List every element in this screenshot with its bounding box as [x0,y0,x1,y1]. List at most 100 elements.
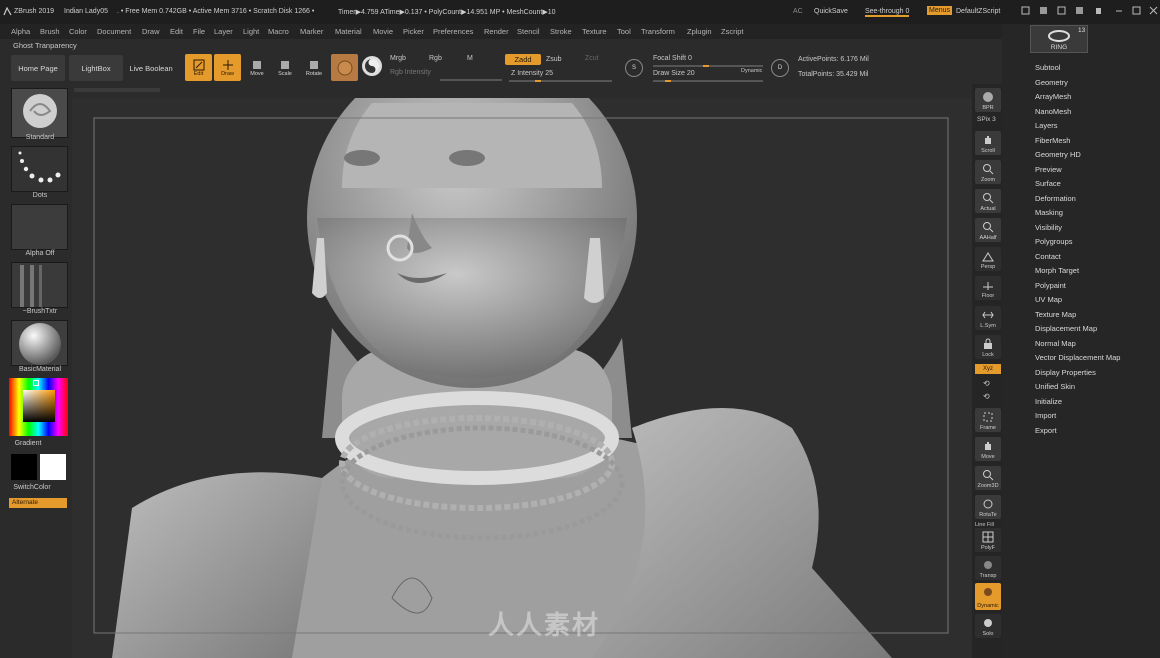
switchcolor-button[interactable]: SwitchColor [0,484,64,491]
draw-size-slider[interactable]: Draw Size 20 [653,70,695,77]
menu-light[interactable]: Light [243,27,259,36]
polypaint-menu[interactable]: Polypaint [1035,281,1066,290]
menu-render[interactable]: Render [484,27,509,36]
import-menu[interactable]: Import [1035,411,1056,420]
export-menu[interactable]: Export [1035,426,1057,435]
zoom3d-button[interactable]: Zoom3D [975,466,1001,490]
main-color-swatch[interactable] [11,454,37,480]
floor-button[interactable]: Floor [975,276,1001,300]
dynamic-size-icon[interactable]: D [771,59,789,77]
geometry-hd-menu[interactable]: Geometry HD [1035,150,1081,159]
rgb-button[interactable]: Rgb [429,55,442,62]
m-button[interactable]: M [467,55,473,62]
focal-shift-icon[interactable]: S [625,59,643,77]
zcut-button[interactable]: Zcut [585,55,599,62]
display-properties-menu[interactable]: Display Properties [1035,368,1096,377]
spix-slider[interactable]: SPix 3 [977,116,996,123]
polygroups-menu[interactable]: Polygroups [1035,237,1073,246]
initialize-menu[interactable]: Initialize [1035,397,1062,406]
unified-skin-menu[interactable]: Unified Skin [1035,382,1075,391]
deformation-menu[interactable]: Deformation [1035,194,1076,203]
scroll-button[interactable]: Scroll [975,131,1001,155]
edit-button[interactable]: Edit [185,54,212,81]
geometry-menu[interactable]: Geometry [1035,78,1068,87]
uv-map-menu[interactable]: UV Map [1035,295,1062,304]
menu-document[interactable]: Document [97,27,131,36]
frame-button[interactable]: Frame [975,408,1001,432]
menu-picker[interactable]: Picker [403,27,424,36]
actual-button[interactable]: Actual [975,189,1001,213]
displacement-map-menu[interactable]: Displacement Map [1035,324,1097,333]
menu-color[interactable]: Color [69,27,87,36]
menu-draw[interactable]: Draw [142,27,160,36]
color-toggle-button[interactable] [362,56,382,76]
arraymesh-menu[interactable]: ArrayMesh [1035,92,1071,101]
draw-size-track[interactable] [653,80,763,82]
subtool-menu[interactable]: Subtool [1035,63,1060,72]
window-controls[interactable] [1020,6,1160,18]
menu-brush[interactable]: Brush [40,27,60,36]
menu-zscript[interactable]: Zscript [721,27,744,36]
menu-file[interactable]: File [193,27,205,36]
draw-button[interactable]: Draw [214,54,241,81]
rgb-intensity-slider[interactable]: Rgb Intensity [390,69,431,76]
color-square[interactable] [23,390,55,422]
menus-button[interactable]: Menus [927,6,953,15]
menu-movie[interactable]: Movie [373,27,393,36]
zoom-button[interactable]: Zoom [975,160,1001,184]
home-page-button[interactable]: Home Page [11,55,65,81]
menu-zplugin[interactable]: Zplugin [687,27,712,36]
stroke-thumbnail[interactable] [11,146,68,192]
lightbox-button[interactable]: LightBox [69,55,123,81]
secondary-color-swatch[interactable] [40,454,66,480]
scale-button[interactable]: Scale [273,54,297,81]
menu-transform[interactable]: Transform [641,27,675,36]
rotation-axis-2-icon[interactable]: ⟲ [983,392,990,401]
move-view-button[interactable]: Move [975,437,1001,461]
menu-material[interactable]: Material [335,27,362,36]
ghost-transparency-label[interactable]: Ghost Tranparency [13,41,77,50]
normal-map-menu[interactable]: Normal Map [1035,339,1076,348]
current-tool-thumbnail[interactable]: RING 13 [1030,25,1088,53]
focal-shift-slider[interactable]: Focal Shift 0 [653,55,692,62]
zsub-button[interactable]: Zsub [546,56,562,63]
layers-menu[interactable]: Layers [1035,121,1058,130]
transp-button[interactable]: Transp [975,556,1001,580]
texture-thumbnail[interactable] [11,262,68,308]
scrollbar[interactable] [74,88,160,92]
nanomesh-menu[interactable]: NanoMesh [1035,107,1071,116]
menu-edit[interactable]: Edit [170,27,183,36]
contact-menu[interactable]: Contact [1035,252,1061,261]
visibility-menu[interactable]: Visibility [1035,223,1062,232]
polyf-button[interactable]: PolyF [975,528,1001,552]
xyz-button[interactable]: Xyz [975,364,1001,374]
fibermesh-menu[interactable]: FiberMesh [1035,136,1070,145]
quicksave-button[interactable]: QuickSave [814,8,848,15]
material-sphere-button[interactable] [331,54,358,81]
zadd-button[interactable]: Zadd [505,54,541,65]
morph-target-menu[interactable]: Morph Target [1035,266,1079,275]
lock-button[interactable]: Lock [975,335,1001,359]
color-cursor[interactable] [33,380,39,386]
preview-menu[interactable]: Preview [1035,165,1062,174]
gradient-label[interactable]: Gradient [0,440,56,447]
menu-stroke[interactable]: Stroke [550,27,572,36]
focal-shift-track[interactable] [653,65,763,67]
aahalf-button[interactable]: AAHalf [975,218,1001,242]
dynamic-view-button[interactable]: Dynamic [975,583,1001,610]
rgb-intensity-track[interactable] [440,79,502,81]
menu-stencil[interactable]: Stencil [517,27,540,36]
menu-texture[interactable]: Texture [582,27,607,36]
rotation-axis-icon[interactable]: ⟲ [983,379,990,388]
live-boolean-button[interactable]: Live Boolean [125,55,177,81]
dynamic-toggle[interactable]: Dynamic [741,68,762,74]
default-zscript-button[interactable]: DefaultZScript [956,8,1000,15]
rotate-view-button[interactable]: RotaTe [975,495,1001,519]
alpha-thumbnail[interactable] [11,204,68,250]
persp-button[interactable]: Persp [975,247,1001,271]
menu-layer[interactable]: Layer [214,27,233,36]
color-picker[interactable] [9,378,68,436]
mrgb-button[interactable]: Mrgb [390,55,406,62]
move-button[interactable]: Move [245,54,269,81]
solo-button[interactable]: Solo [975,614,1001,638]
